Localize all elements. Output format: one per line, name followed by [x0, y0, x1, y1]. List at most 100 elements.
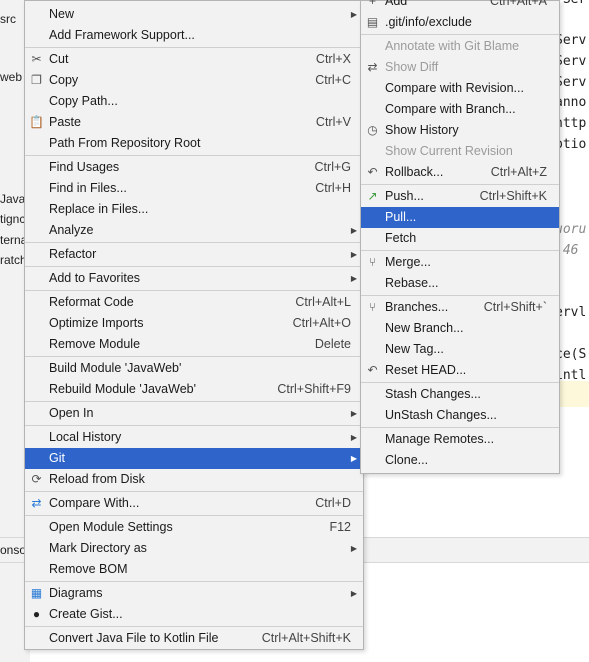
menu-item-diagrams[interactable]: ▦ Diagrams ▶ — [25, 583, 363, 604]
github-icon: ● — [32, 607, 41, 621]
menu-item-push[interactable]: ↗ Push... Ctrl+Shift+K — [361, 186, 559, 207]
menu-item-compare-with-revision[interactable]: Compare with Revision... — [361, 78, 559, 99]
menu-item-remove-module[interactable]: Remove Module Delete — [25, 334, 363, 355]
menu-separator — [361, 382, 559, 383]
menu-item-open-in[interactable]: Open In ▶ — [25, 403, 363, 424]
menu-item-find-usages[interactable]: Find Usages Ctrl+G — [25, 157, 363, 178]
menu-item-branches[interactable]: ⑂ Branches... Ctrl+Shift+` — [361, 297, 559, 318]
menu-item-rebuild-module-javaweb[interactable]: Rebuild Module 'JavaWeb' Ctrl+Shift+F9 — [25, 379, 363, 400]
menu-item-new[interactable]: New ▶ — [25, 4, 363, 25]
menu-item-paste[interactable]: 📋 Paste Ctrl+V — [25, 112, 363, 133]
project-context-menu: New ▶ Add Framework Support... ✂ Cut Ctrl+X ❐ C… — [24, 0, 364, 650]
menu-separator — [25, 515, 363, 516]
menu-item-git[interactable]: Git ▶ — [25, 448, 363, 469]
menu-item-replace-in-files[interactable]: Replace in Files... — [25, 199, 363, 220]
menu-separator — [361, 427, 559, 428]
submenu-arrow-icon: ▶ — [350, 433, 357, 442]
menu-item-shortcut: F12 — [329, 520, 351, 534]
clock-icon: ◷ — [367, 123, 378, 137]
menu-item-reload-from-disk[interactable]: ⟳ Reload from Disk — [25, 469, 363, 490]
project-tree-item[interactable]: ratch — [0, 253, 27, 267]
project-tree-item[interactable]: web — [0, 70, 22, 84]
menu-item-label: Push... — [385, 189, 424, 203]
menu-item-add[interactable]: + Add Ctrl+Alt+A — [361, 0, 559, 12]
menu-item-pull[interactable]: Pull... — [361, 207, 559, 228]
menu-item-label: Rebuild Module 'JavaWeb' — [49, 382, 196, 396]
menu-item-copy-path[interactable]: Copy Path... — [25, 91, 363, 112]
menu-item-label: Add — [385, 0, 408, 8]
menu-item-new-branch[interactable]: New Branch... — [361, 318, 559, 339]
menu-item-shortcut: Ctrl+H — [315, 181, 351, 195]
submenu-arrow-icon: ▶ — [350, 409, 357, 418]
menu-item-label: Cut — [49, 52, 69, 66]
menu-item-label: Git — [49, 451, 65, 465]
menu-separator — [25, 290, 363, 291]
menu-item-remove-bom[interactable]: Remove BOM — [25, 559, 363, 580]
menu-item-open-module-settings[interactable]: Open Module Settings F12 — [25, 517, 363, 538]
menu-item-label: Show Diff — [385, 60, 439, 74]
menu-item-rollback[interactable]: ↶ Rollback... Ctrl+Alt+Z — [361, 162, 559, 183]
menu-item-label: Show Current Revision — [385, 144, 513, 158]
menu-item-label: Reload from Disk — [49, 472, 145, 486]
menu-item-shortcut: Ctrl+Shift+K — [479, 189, 547, 203]
menu-item-fetch[interactable]: Fetch — [361, 228, 559, 249]
menu-item-analyze[interactable]: Analyze ▶ — [25, 220, 363, 241]
menu-item-mark-directory-as[interactable]: Mark Directory as ▶ — [25, 538, 363, 559]
menu-item-label: Compare with Revision... — [385, 81, 524, 95]
scissors-icon: ✂ — [31, 52, 42, 66]
menu-item-git-info-exclude[interactable]: ▤ .git/info/exclude — [361, 12, 559, 33]
editor-line-highlight — [555, 381, 589, 407]
menu-item-show-diff: ⇄ Show Diff — [361, 57, 559, 78]
menu-item-optimize-imports[interactable]: Optimize Imports Ctrl+Alt+O — [25, 313, 363, 334]
menu-item-find-in-files[interactable]: Find in Files... Ctrl+H — [25, 178, 363, 199]
menu-item-show-history[interactable]: ◷ Show History — [361, 120, 559, 141]
menu-item-add-framework-support[interactable]: Add Framework Support... — [25, 25, 363, 46]
menu-item-label: Add to Favorites — [49, 271, 141, 285]
menu-item-cut[interactable]: ✂ Cut Ctrl+X — [25, 49, 363, 70]
menu-item-shortcut: Ctrl+Alt+Shift+K — [261, 631, 351, 645]
menu-item-build-module-javaweb[interactable]: Build Module 'JavaWeb' — [25, 358, 363, 379]
menu-item-shortcut: Delete — [314, 337, 351, 351]
add-icon: + — [368, 0, 376, 8]
reset-icon: ↶ — [367, 363, 378, 377]
menu-item-label: Rollback... — [385, 165, 444, 179]
project-tree-item[interactable]: tignc — [0, 212, 25, 226]
project-tree-item[interactable]: Java — [0, 192, 25, 206]
menu-item-shortcut: Ctrl+X — [315, 52, 351, 66]
console-tab[interactable]: onso — [0, 543, 26, 557]
menu-item-new-tag[interactable]: New Tag... — [361, 339, 559, 360]
menu-item-manage-remotes[interactable]: Manage Remotes... — [361, 429, 559, 450]
menu-item-label: Paste — [49, 115, 81, 129]
menu-item-compare-with-branch[interactable]: Compare with Branch... — [361, 99, 559, 120]
menu-item-create-gist[interactable]: ● Create Gist... — [25, 604, 363, 625]
menu-item-label: Copy — [49, 73, 79, 87]
menu-item-path-from-repository-root[interactable]: Path From Repository Root — [25, 133, 363, 154]
menu-item-refactor[interactable]: Refactor ▶ — [25, 244, 363, 265]
menu-item-label: Copy Path... — [49, 94, 118, 108]
menu-item-label: Reformat Code — [49, 295, 134, 309]
menu-item-add-to-favorites[interactable]: Add to Favorites ▶ — [25, 268, 363, 289]
menu-item-label: New Tag... — [385, 342, 444, 356]
menu-separator — [25, 491, 363, 492]
menu-separator — [25, 425, 363, 426]
menu-item-rebase[interactable]: Rebase... — [361, 273, 559, 294]
menu-item-clone[interactable]: Clone... — [361, 450, 559, 471]
menu-item-label: Open Module Settings — [49, 520, 173, 534]
menu-item-local-history[interactable]: Local History ▶ — [25, 427, 363, 448]
menu-item-label: Compare with Branch... — [385, 102, 516, 116]
menu-item-label: Stash Changes... — [385, 387, 481, 401]
menu-item-convert-java-file-to-kotlin-file[interactable]: Convert Java File to Kotlin File Ctrl+Alt… — [25, 628, 363, 649]
menu-item-shortcut: Ctrl+C — [315, 73, 351, 87]
menu-item-reformat-code[interactable]: Reformat Code Ctrl+Alt+L — [25, 292, 363, 313]
menu-item-shortcut: Ctrl+Alt+O — [292, 316, 351, 330]
menu-item-compare-with[interactable]: ⇄ Compare With... Ctrl+D — [25, 493, 363, 514]
menu-item-merge[interactable]: ⑂ Merge... — [361, 252, 559, 273]
menu-item-copy[interactable]: ❐ Copy Ctrl+C — [25, 70, 363, 91]
project-tree-item[interactable]: src — [0, 12, 16, 26]
menu-item-annotate-with-git-blame: Annotate with Git Blame — [361, 36, 559, 57]
menu-item-label: Path From Repository Root — [49, 136, 201, 150]
menu-item-unstash-changes[interactable]: UnStash Changes... — [361, 405, 559, 426]
menu-item-stash-changes[interactable]: Stash Changes... — [361, 384, 559, 405]
menu-item-label: Local History — [49, 430, 122, 444]
menu-item-reset-head[interactable]: ↶ Reset HEAD... — [361, 360, 559, 381]
